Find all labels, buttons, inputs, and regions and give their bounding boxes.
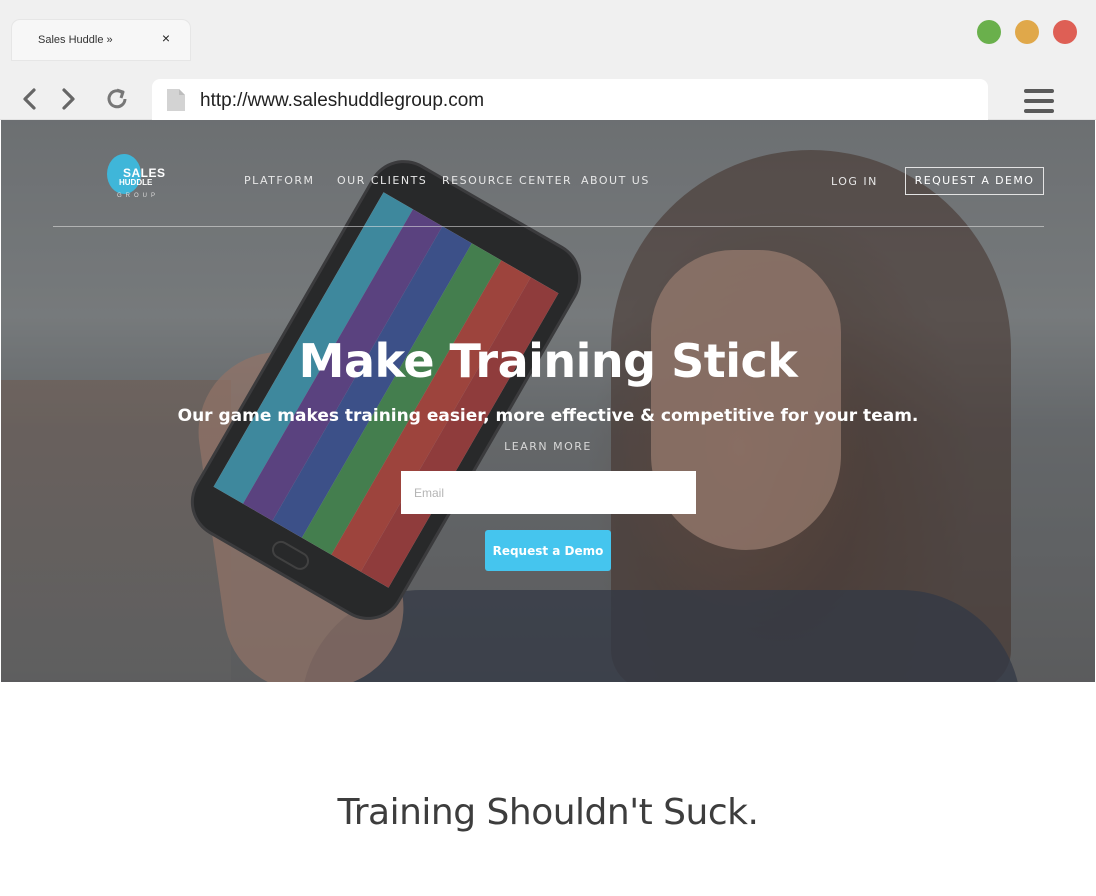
minimize-window-button[interactable] — [1015, 20, 1039, 44]
tab-title: Sales Huddle » — [38, 34, 113, 46]
learn-more-link[interactable]: LEARN MORE — [1, 440, 1095, 453]
hero-section: SALES HUDDLE GROUP PLATFORM OUR CLIENTS … — [1, 120, 1095, 682]
close-icon[interactable]: × — [158, 30, 174, 46]
site-navbar: SALES HUDDLE GROUP PLATFORM OUR CLIENTS … — [1, 120, 1095, 226]
browser-tab[interactable]: Sales Huddle » × — [12, 20, 190, 60]
nav-request-demo-button[interactable]: REQUEST A DEMO — [905, 167, 1044, 195]
nav-divider — [53, 226, 1044, 227]
browser-chrome: Sales Huddle » × http://www.saleshuddleg… — [0, 0, 1096, 121]
nav-about-us[interactable]: ABOUT US — [581, 174, 650, 187]
reload-icon[interactable] — [104, 86, 130, 112]
section-title: Training Shouldn't Suck. — [337, 792, 759, 833]
request-demo-button[interactable]: Request a Demo — [485, 530, 611, 571]
email-input[interactable] — [401, 471, 696, 514]
hamburger-menu-icon[interactable] — [1024, 89, 1054, 115]
close-window-button[interactable] — [1053, 20, 1077, 44]
maximize-window-button[interactable] — [977, 20, 1001, 44]
url-text[interactable]: http://www.saleshuddlegroup.com — [200, 90, 484, 112]
nav-platform[interactable]: PLATFORM — [244, 174, 315, 187]
address-bar[interactable]: http://www.saleshuddlegroup.com — [152, 79, 988, 121]
chevron-left-icon[interactable] — [18, 86, 44, 112]
hero-title: Make Training Stick — [298, 334, 798, 388]
page-icon — [166, 88, 186, 112]
nav-login[interactable]: LOG IN — [831, 175, 878, 188]
sales-huddle-logo[interactable]: SALES HUDDLE GROUP — [107, 152, 167, 202]
chevron-right-icon[interactable] — [56, 86, 82, 112]
logo-text-group: GROUP — [117, 193, 160, 199]
hero-subtitle: Our game makes training easier, more eff… — [177, 406, 919, 426]
nav-resource-center[interactable]: RESOURCE CENTER — [442, 174, 572, 187]
logo-text-huddle: HUDDLE — [119, 178, 153, 187]
nav-our-clients[interactable]: OUR CLIENTS — [337, 174, 427, 187]
